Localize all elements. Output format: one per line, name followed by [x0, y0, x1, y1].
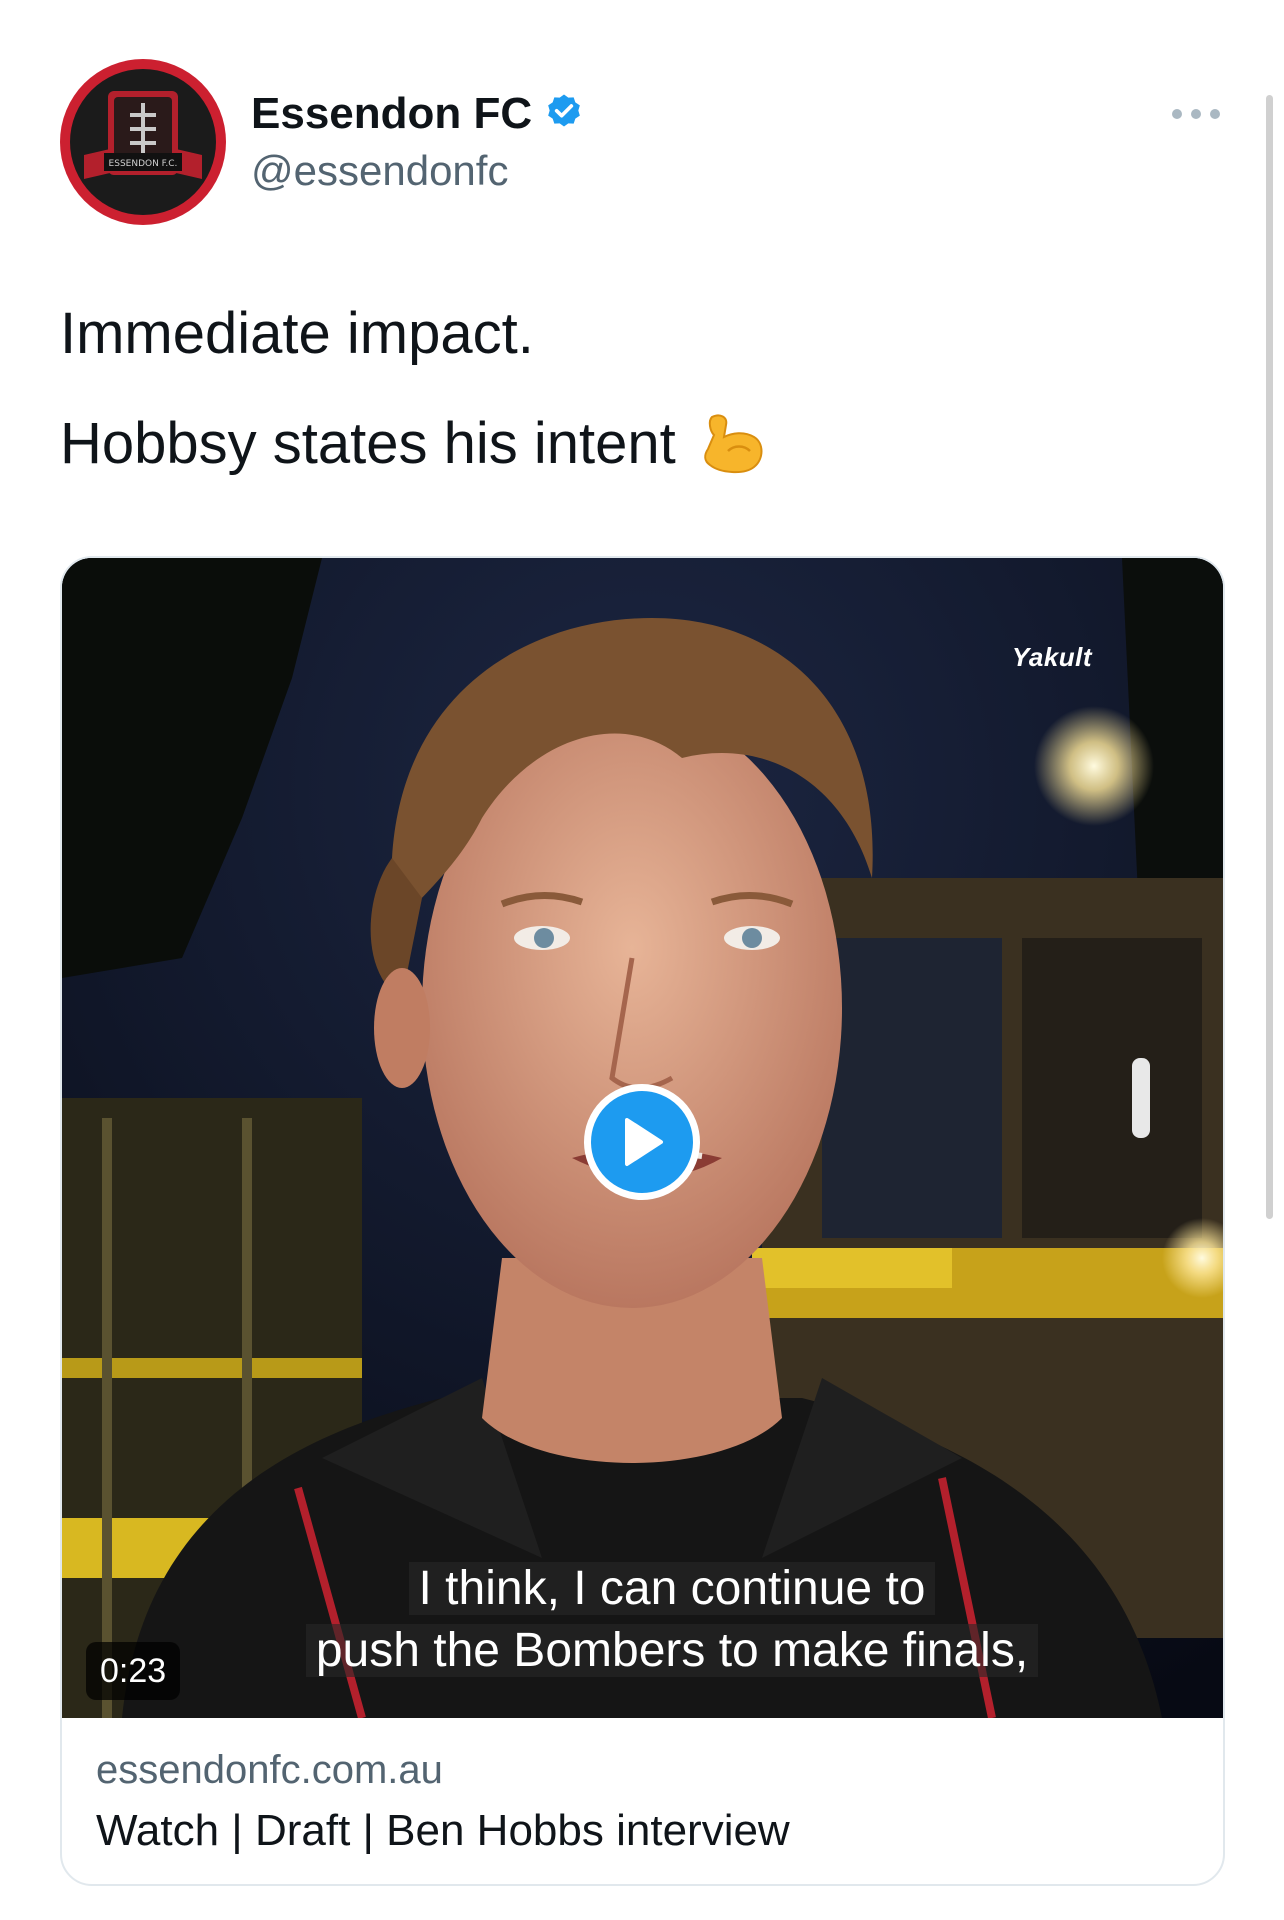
handle[interactable]: @essendonfc — [251, 147, 508, 195]
video-subtitle: I think, I can continue to push the Bomb… — [262, 1558, 1082, 1682]
more-options-icon[interactable] — [1172, 104, 1220, 124]
flexed-biceps-icon — [698, 411, 768, 477]
scrollbar[interactable] — [1266, 95, 1273, 1219]
video-player[interactable]: Yakult I think, I can continue to push t… — [62, 558, 1223, 1718]
tweet-text-line2-row: Hobbsy states his intent — [60, 410, 768, 477]
video-duration-badge: 0:23 — [86, 1642, 181, 1700]
essendon-logo-icon: ESSENDON F.C. — [70, 69, 216, 215]
avatar[interactable]: ESSENDON F.C. — [60, 59, 226, 225]
card-title[interactable]: Watch | Draft | Ben Hobbs interview — [96, 1806, 790, 1856]
video-watermark: Yakult — [1012, 642, 1093, 672]
media-card[interactable]: Yakult I think, I can continue to push t… — [60, 556, 1225, 1886]
play-icon — [625, 1118, 663, 1166]
tweet-text-line1: Immediate impact. — [60, 301, 534, 366]
subtitle-line1: I think, I can continue to — [408, 1562, 936, 1615]
play-button[interactable] — [584, 1084, 700, 1200]
tweet-text-line2: Hobbsy states his intent — [60, 411, 676, 476]
verified-badge-icon — [544, 92, 584, 137]
avatar-banner-text: ESSENDON F.C. — [109, 159, 178, 169]
author-name-row[interactable]: Essendon FC — [251, 84, 584, 144]
display-name[interactable]: Essendon FC — [251, 89, 532, 139]
subtitle-line2: push the Bombers to make finals, — [305, 1624, 1039, 1677]
card-domain[interactable]: essendonfc.com.au — [96, 1748, 443, 1793]
